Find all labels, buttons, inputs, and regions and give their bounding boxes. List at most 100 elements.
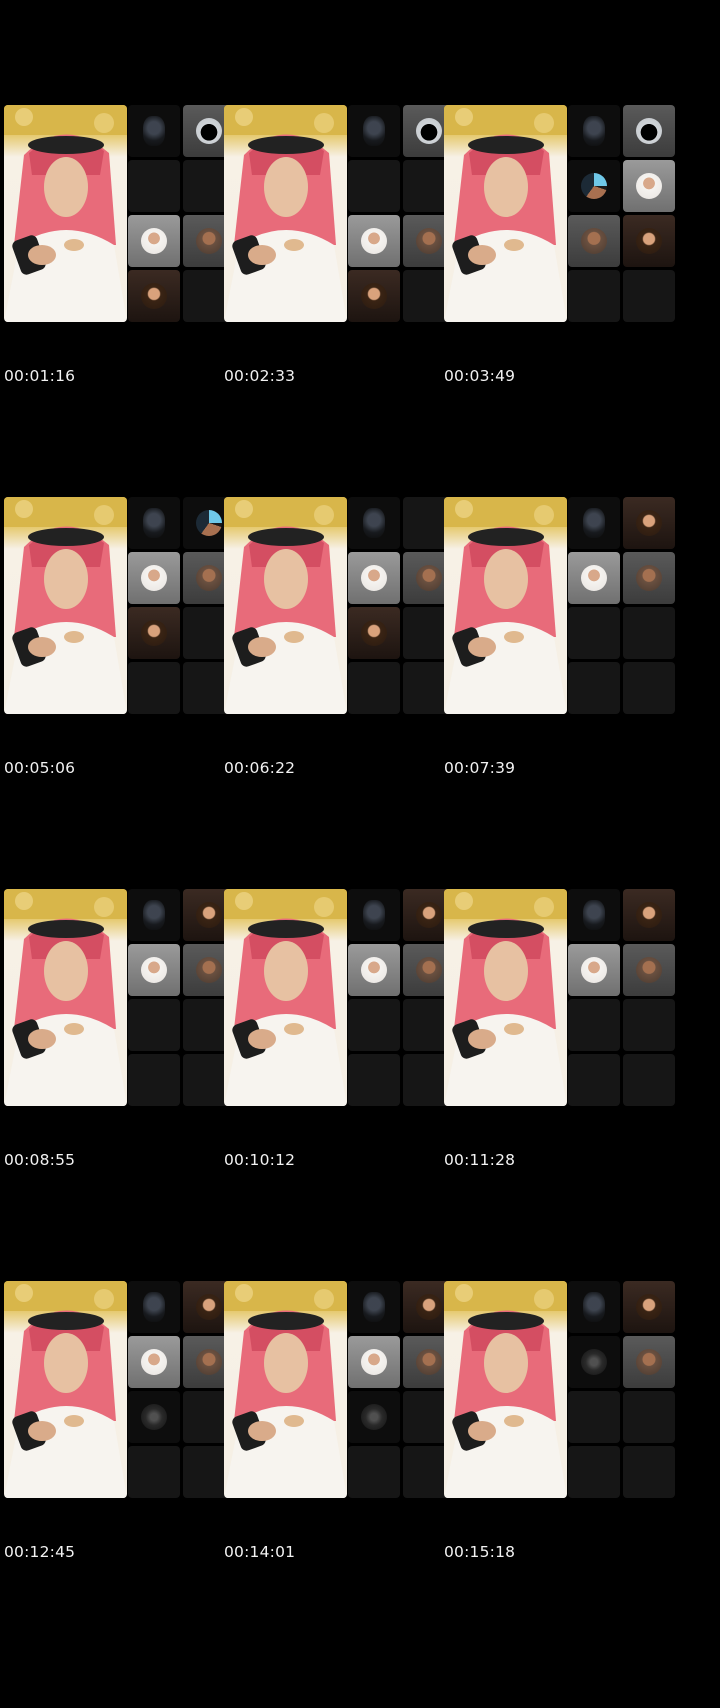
ghost-avatar-icon bbox=[143, 900, 165, 930]
frame-thumbnail bbox=[440, 497, 676, 715]
participant-grid bbox=[568, 497, 678, 715]
woman-avatar-icon bbox=[636, 902, 662, 928]
empty-participant-tile bbox=[348, 1446, 400, 1498]
ghost-avatar-icon bbox=[583, 508, 605, 538]
person-in-ghutra-image bbox=[4, 1281, 127, 1498]
participant-tile bbox=[128, 270, 180, 322]
woman-avatar-icon bbox=[636, 1349, 662, 1375]
man-avatar-icon bbox=[581, 173, 607, 199]
woman-avatar-icon bbox=[141, 620, 167, 646]
ghost-avatar-icon bbox=[583, 1292, 605, 1322]
ghost-avatar-icon bbox=[583, 900, 605, 930]
moon-avatar-icon bbox=[361, 1404, 387, 1430]
empty-participant-tile bbox=[568, 607, 620, 659]
participant-tile bbox=[348, 1281, 400, 1333]
video-frame: 00:14:01 bbox=[220, 1176, 456, 1603]
timestamp-label: 00:03:49 bbox=[444, 367, 516, 385]
frame-thumbnail bbox=[440, 105, 676, 323]
empty-participant-tile bbox=[128, 662, 180, 714]
silhouette-avatar-icon bbox=[636, 118, 662, 144]
empty-participant-tile bbox=[128, 1446, 180, 1498]
participant-tile bbox=[568, 215, 620, 267]
woman-avatar-icon bbox=[141, 957, 167, 983]
video-frame: 00:06:22 bbox=[220, 392, 456, 819]
empty-participant-tile bbox=[623, 999, 675, 1051]
ghost-avatar-icon bbox=[363, 900, 385, 930]
person-in-ghutra-image bbox=[4, 889, 127, 1106]
woman-avatar-icon bbox=[196, 565, 222, 591]
person-in-ghutra-image bbox=[224, 1281, 347, 1498]
participant-tile bbox=[128, 1391, 180, 1443]
participant-tile bbox=[348, 1336, 400, 1388]
empty-participant-tile bbox=[623, 1054, 675, 1106]
woman-avatar-icon bbox=[416, 902, 442, 928]
frame-thumbnail bbox=[220, 1281, 456, 1499]
ghost-avatar-icon bbox=[143, 508, 165, 538]
participant-grid bbox=[568, 105, 678, 323]
video-frame: 00:08:55 bbox=[0, 784, 236, 1211]
woman-avatar-icon bbox=[636, 1294, 662, 1320]
woman-avatar-icon bbox=[361, 228, 387, 254]
participant-tile bbox=[623, 889, 675, 941]
participant-tile bbox=[128, 497, 180, 549]
woman-avatar-icon bbox=[196, 228, 222, 254]
woman-avatar-icon bbox=[416, 565, 442, 591]
participant-tile bbox=[568, 497, 620, 549]
participant-tile bbox=[623, 944, 675, 996]
main-video-feed bbox=[4, 105, 127, 322]
video-frame: 00:11:28 bbox=[440, 784, 676, 1211]
woman-avatar-icon bbox=[196, 1349, 222, 1375]
frame-thumbnail bbox=[0, 105, 236, 323]
participant-tile bbox=[568, 105, 620, 157]
main-video-feed bbox=[4, 889, 127, 1106]
main-video-feed bbox=[4, 497, 127, 714]
participant-grid bbox=[568, 1281, 678, 1499]
empty-participant-tile bbox=[568, 662, 620, 714]
person-in-ghutra-image bbox=[4, 497, 127, 714]
frame-thumbnail bbox=[0, 497, 236, 715]
participant-tile bbox=[128, 607, 180, 659]
participant-tile bbox=[348, 889, 400, 941]
woman-avatar-icon bbox=[361, 565, 387, 591]
woman-avatar-icon bbox=[196, 902, 222, 928]
woman-avatar-icon bbox=[416, 1349, 442, 1375]
person-in-ghutra-image bbox=[224, 889, 347, 1106]
timestamp-label: 00:01:16 bbox=[4, 367, 76, 385]
empty-participant-tile bbox=[128, 160, 180, 212]
woman-avatar-icon bbox=[141, 1349, 167, 1375]
woman-avatar-icon bbox=[416, 957, 442, 983]
empty-participant-tile bbox=[348, 662, 400, 714]
frame-thumbnail bbox=[0, 1281, 236, 1499]
woman-avatar-icon bbox=[581, 565, 607, 591]
participant-tile bbox=[568, 160, 620, 212]
participant-tile bbox=[623, 1336, 675, 1388]
empty-participant-tile bbox=[568, 1054, 620, 1106]
woman-avatar-icon bbox=[581, 957, 607, 983]
participant-grid bbox=[568, 889, 678, 1107]
ghost-avatar-icon bbox=[363, 116, 385, 146]
main-video-feed bbox=[4, 1281, 127, 1498]
video-frame: 00:10:12 bbox=[220, 784, 456, 1211]
main-video-feed bbox=[444, 105, 567, 322]
timestamp-label: 00:10:12 bbox=[224, 1151, 296, 1169]
woman-avatar-icon bbox=[141, 283, 167, 309]
woman-avatar-icon bbox=[196, 957, 222, 983]
woman-avatar-icon bbox=[581, 228, 607, 254]
woman-avatar-icon bbox=[636, 173, 662, 199]
woman-avatar-icon bbox=[361, 283, 387, 309]
participant-tile bbox=[623, 497, 675, 549]
timestamp-label: 00:05:06 bbox=[4, 759, 76, 777]
woman-avatar-icon bbox=[361, 957, 387, 983]
timestamp-label: 00:02:33 bbox=[224, 367, 296, 385]
silhouette-avatar-icon bbox=[416, 118, 442, 144]
empty-participant-tile bbox=[568, 1446, 620, 1498]
main-video-feed bbox=[444, 889, 567, 1106]
empty-participant-tile bbox=[623, 607, 675, 659]
moon-avatar-icon bbox=[141, 1404, 167, 1430]
participant-tile bbox=[348, 215, 400, 267]
participant-tile bbox=[623, 552, 675, 604]
empty-participant-tile bbox=[128, 1054, 180, 1106]
video-frame: 00:01:16 bbox=[0, 0, 236, 427]
woman-avatar-icon bbox=[361, 620, 387, 646]
frame-thumbnail bbox=[220, 105, 456, 323]
